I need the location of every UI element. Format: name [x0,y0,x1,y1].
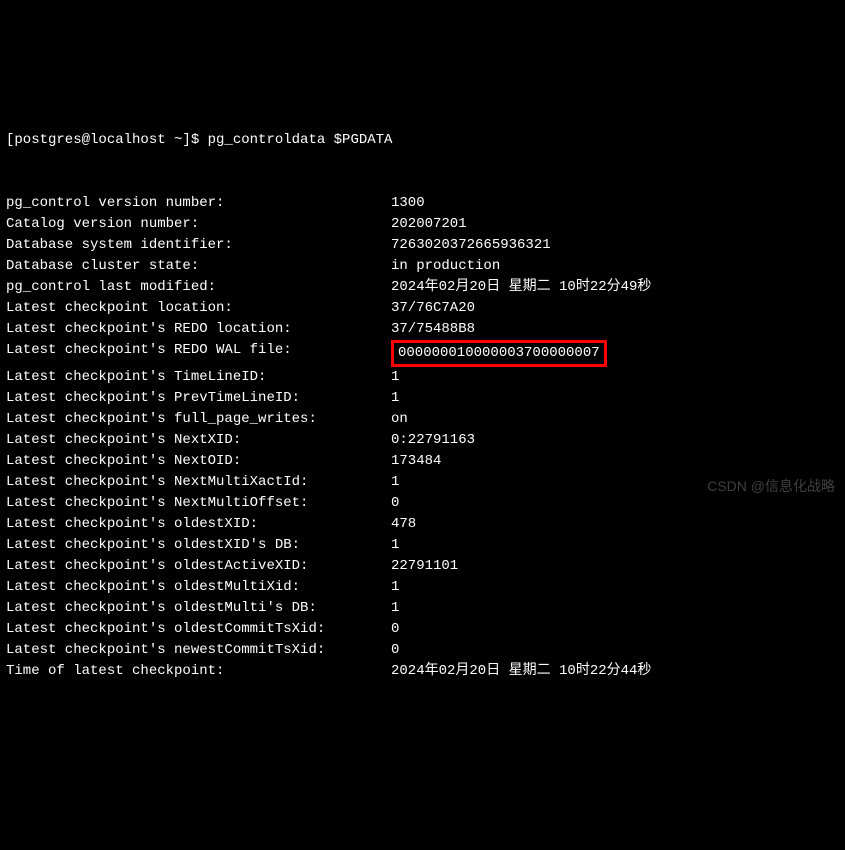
row-key: Latest checkpoint's REDO WAL file: [6,340,391,367]
row-key: pg_control version number: [6,193,391,214]
output-row: Latest checkpoint's oldestXID's DB:1 [6,535,839,556]
output-row: Latest checkpoint's PrevTimeLineID:1 [6,388,839,409]
row-key: Database system identifier: [6,235,391,256]
row-key: Latest checkpoint's oldestMulti's DB: [6,598,391,619]
row-value: 1 [391,598,399,619]
output-row: Latest checkpoint's REDO location:37/754… [6,319,839,340]
highlighted-value: 000000010000003700000007 [391,340,607,367]
output-row: pg_control version number:1300 [6,193,839,214]
row-key: Database cluster state: [6,256,391,277]
output-row: Latest checkpoint's newestCommitTsXid:0 [6,640,839,661]
row-value: in production [391,256,500,277]
row-key: Time of latest checkpoint: [6,661,391,682]
row-value: 0 [391,493,399,514]
row-key: Latest checkpoint's full_page_writes: [6,409,391,430]
row-value: 2024年02月20日 星期二 10时22分44秒 [391,661,651,682]
output-row: Latest checkpoint's oldestXID:478 [6,514,839,535]
row-key: Latest checkpoint's NextOID: [6,451,391,472]
output-row: Latest checkpoint location:37/76C7A20 [6,298,839,319]
row-key: Latest checkpoint's PrevTimeLineID: [6,388,391,409]
output-row: Latest checkpoint's oldestMulti's DB:1 [6,598,839,619]
row-key: Latest checkpoint's NextMultiOffset: [6,493,391,514]
row-key: Latest checkpoint's oldestCommitTsXid: [6,619,391,640]
output-row: Latest checkpoint's NextMultiOffset:0 [6,493,839,514]
output-row: Latest checkpoint's oldestMultiXid:1 [6,577,839,598]
row-key: Latest checkpoint's oldestXID's DB: [6,535,391,556]
output-row: pg_control last modified:2024年02月20日 星期二… [6,277,839,298]
row-key: Latest checkpoint's NextXID: [6,430,391,451]
output-row: Latest checkpoint's TimeLineID:1 [6,367,839,388]
row-value: 1 [391,388,399,409]
row-key: Latest checkpoint's REDO location: [6,319,391,340]
row-key: pg_control last modified: [6,277,391,298]
output-row: Latest checkpoint's oldestActiveXID:2279… [6,556,839,577]
output-row: Latest checkpoint's full_page_writes:on [6,409,839,430]
output-row: Catalog version number:202007201 [6,214,839,235]
terminal-output: [postgres@localhost ~]$ pg_controldata $… [6,88,839,703]
row-value: 0 [391,640,399,661]
row-key: Latest checkpoint's NextMultiXactId: [6,472,391,493]
row-key: Latest checkpoint's oldestMultiXid: [6,577,391,598]
row-key: Latest checkpoint's newestCommitTsXid: [6,640,391,661]
row-value: 0:22791163 [391,430,475,451]
output-row: Time of latest checkpoint:2024年02月20日 星期… [6,661,839,682]
row-key: Latest checkpoint's oldestActiveXID: [6,556,391,577]
output-row: Latest checkpoint's NextOID:173484 [6,451,839,472]
row-value: 2024年02月20日 星期二 10时22分49秒 [391,277,651,298]
row-value: 0 [391,619,399,640]
row-value: 7263020372665936321 [391,235,551,256]
row-key: Latest checkpoint location: [6,298,391,319]
output-row: Latest checkpoint's REDO WAL file:000000… [6,340,839,367]
output-row: Database cluster state:in production [6,256,839,277]
row-key: Latest checkpoint's oldestXID: [6,514,391,535]
output-row: Latest checkpoint's NextXID:0:22791163 [6,430,839,451]
row-value: 173484 [391,451,441,472]
row-value: 1 [391,535,399,556]
row-value: 1 [391,577,399,598]
row-value: 1 [391,472,399,493]
row-value: 202007201 [391,214,467,235]
command-prompt[interactable]: [postgres@localhost ~]$ pg_controldata $… [6,130,839,151]
output-row: Latest checkpoint's oldestCommitTsXid:0 [6,619,839,640]
row-value: 37/76C7A20 [391,298,475,319]
output-row: Database system identifier:7263020372665… [6,235,839,256]
row-key: Catalog version number: [6,214,391,235]
output-row: Latest checkpoint's NextMultiXactId:1 [6,472,839,493]
row-value: 478 [391,514,416,535]
row-value: 1300 [391,193,425,214]
row-value: 37/75488B8 [391,319,475,340]
row-value: on [391,409,408,430]
row-value: 22791101 [391,556,458,577]
row-value: 1 [391,367,399,388]
row-key: Latest checkpoint's TimeLineID: [6,367,391,388]
